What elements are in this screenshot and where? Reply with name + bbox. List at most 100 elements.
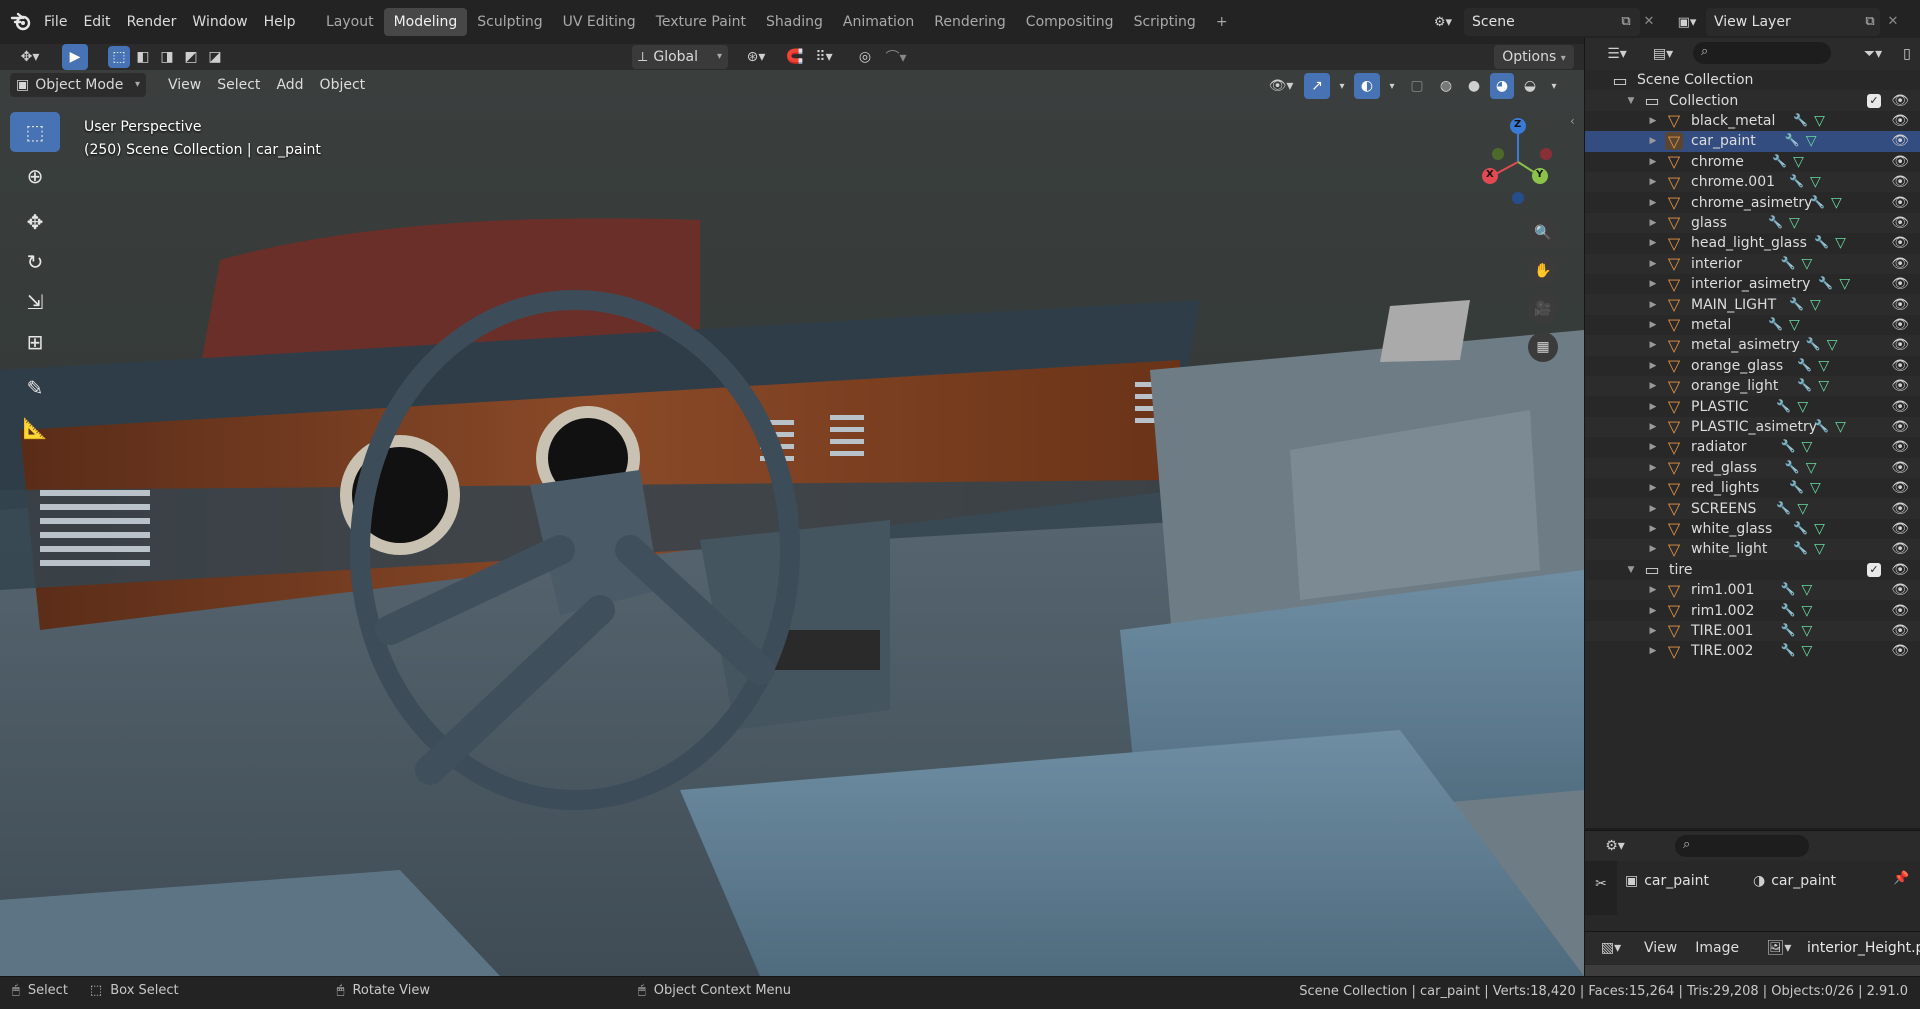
modifier-wrench-icon[interactable]: 🔧	[1814, 419, 1829, 435]
modifier-wrench-icon[interactable]: 🔧	[1789, 480, 1804, 496]
new-collection-icon[interactable]: ▯	[1897, 41, 1917, 67]
mesh-data-icon[interactable]: ▽	[1806, 460, 1817, 476]
properties-editor-type-icon[interactable]: ⚙▾	[1597, 833, 1633, 859]
outliner-object-row[interactable]: ▶ ▽ head_light_glass 🔧 ▽ 👁	[1585, 233, 1920, 253]
menu-help[interactable]: Help	[256, 0, 304, 44]
mesh-data-icon[interactable]: ▽	[1835, 419, 1846, 435]
outliner-object-row[interactable]: ▶ ▽ interior 🔧 ▽ 👁	[1585, 253, 1920, 274]
xray-icon[interactable]: ▢	[1404, 73, 1430, 99]
outliner-collection-row[interactable]: ▼ ▭ tire ✓ 👁	[1585, 560, 1920, 580]
visibility-eye-icon[interactable]: 👁	[1891, 623, 1909, 639]
expand-arrow-icon[interactable]: ▶	[1647, 626, 1659, 636]
expand-arrow-icon[interactable]: ▶	[1647, 606, 1659, 616]
visibility-eye-icon[interactable]: 👁	[1891, 154, 1909, 170]
measure-tool-icon[interactable]: 📐	[10, 408, 60, 448]
mesh-data-icon[interactable]: ▽	[1818, 358, 1829, 374]
outliner-object-row[interactable]: ▶ ▽ radiator 🔧 ▽ 👁	[1585, 437, 1920, 457]
mesh-data-icon[interactable]: ▽	[1802, 582, 1813, 598]
rotate-tool-icon[interactable]: ↻	[10, 242, 60, 282]
expand-arrow-icon[interactable]: ▶	[1647, 544, 1659, 554]
annotate-tool-icon[interactable]: ✎	[10, 368, 60, 408]
visibility-eye-icon[interactable]: 👁	[1891, 378, 1909, 394]
blender-logo-icon[interactable]	[8, 10, 34, 34]
mesh-data-icon[interactable]: ▽	[1810, 174, 1821, 190]
mesh-data-icon[interactable]: ▽	[1839, 276, 1850, 292]
delete-view-layer-icon[interactable]: ✕	[1882, 10, 1904, 34]
filter-icon[interactable]: ⏷▾	[1855, 41, 1891, 67]
workspace-tab-rendering[interactable]: Rendering	[924, 8, 1016, 36]
mesh-data-icon[interactable]: ▽	[1831, 195, 1842, 211]
outliner-object-row[interactable]: ▶ ▽ red_glass 🔧 ▽ 👁	[1585, 457, 1920, 478]
select-subtract-icon[interactable]: ◨	[156, 46, 178, 68]
modifier-wrench-icon[interactable]: 🔧	[1818, 276, 1833, 292]
modifier-wrench-icon[interactable]: 🔧	[1781, 643, 1796, 659]
view-layer-name-field[interactable]: View Layer	[1706, 8, 1880, 36]
viewport-menu-object[interactable]: Object	[312, 73, 374, 97]
visibility-eye-icon[interactable]: 👁	[1891, 337, 1909, 353]
modifier-wrench-icon[interactable]: 🔧	[1814, 235, 1829, 251]
expand-arrow-icon[interactable]: ▶	[1647, 320, 1659, 330]
visibility-eye-icon[interactable]: 👁	[1891, 521, 1909, 537]
transform-orientation-dropdown[interactable]: ⟂ Global ▾	[632, 45, 728, 69]
mesh-data-icon[interactable]: ▽	[1797, 501, 1808, 517]
visibility-eye-icon[interactable]: 👁	[1891, 419, 1909, 435]
outliner-editor-type-icon[interactable]: ☰▾	[1599, 41, 1635, 67]
outliner-object-row[interactable]: ▶ ▽ black_metal 🔧 ▽ 👁	[1585, 111, 1920, 131]
expand-arrow-icon[interactable]: ▶	[1647, 198, 1659, 208]
chevron-down-icon[interactable]: ▾	[1546, 73, 1562, 99]
menu-render[interactable]: Render	[119, 0, 185, 44]
outliner-object-row[interactable]: ▶ ▽ metal 🔧 ▽ 👁	[1585, 315, 1920, 335]
visibility-eye-icon[interactable]: 👁	[1891, 439, 1909, 455]
expand-arrow-icon[interactable]: ▶	[1647, 340, 1659, 350]
outliner-object-row[interactable]: ▶ ▽ PLASTIC_asimetry 🔧 ▽ 👁	[1585, 416, 1920, 438]
modifier-wrench-icon[interactable]: 🔧	[1789, 297, 1804, 313]
3d-viewport[interactable]: ⬚ ⊕ ✥ ↻ ⇲ ⊞ ✎ 📐 User Perspective (250) S…	[0, 70, 1584, 976]
outliner-collection-row[interactable]: ▼ ▭ Collection ✓ 👁	[1585, 90, 1920, 111]
visibility-icon[interactable]: 👁▾	[1262, 73, 1300, 99]
expand-arrow-icon[interactable]: ▶	[1647, 279, 1659, 289]
cursor-tool-icon[interactable]: ⊕	[10, 156, 60, 196]
expand-arrow-icon[interactable]: ▶	[1647, 218, 1659, 228]
select-intersect-icon[interactable]: ◪	[204, 46, 226, 68]
mode-dropdown[interactable]: ▣ Object Mode ▾	[10, 73, 146, 97]
modifier-wrench-icon[interactable]: 🔧	[1781, 603, 1796, 619]
ortho-grid-icon[interactable]: ▦	[1528, 332, 1558, 362]
visibility-eye-icon[interactable]: 👁	[1891, 174, 1909, 190]
outliner-object-row[interactable]: ▶ ▽ chrome.001 🔧 ▽ 👁	[1585, 172, 1920, 193]
scale-tool-icon[interactable]: ⇲	[10, 282, 60, 322]
outliner-object-row[interactable]: ▶ ▽ metal_asimetry 🔧 ▽ 👁	[1585, 335, 1920, 356]
mesh-data-icon[interactable]: ▽	[1793, 154, 1804, 170]
modifier-wrench-icon[interactable]: 🔧	[1797, 358, 1812, 374]
modifier-wrench-icon[interactable]: 🔧	[1793, 521, 1808, 537]
new-view-layer-icon[interactable]: ⧉	[1858, 10, 1882, 34]
visibility-eye-icon[interactable]: 👁	[1891, 113, 1909, 129]
select-extend-icon[interactable]: ◧	[132, 46, 154, 68]
overlay-toggle-icon[interactable]: ◐	[1354, 73, 1380, 99]
expand-arrow-icon[interactable]: ▶	[1647, 422, 1659, 432]
modifier-wrench-icon[interactable]: 🔧	[1793, 113, 1808, 129]
visibility-eye-icon[interactable]: 👁	[1891, 358, 1909, 374]
expand-arrow-icon[interactable]: ▶	[1647, 381, 1659, 391]
display-mode-icon[interactable]: ▤▾	[1645, 41, 1681, 67]
workspace-tab-layout[interactable]: Layout	[316, 8, 384, 36]
visibility-eye-icon[interactable]: 👁	[1891, 399, 1909, 415]
select-new-icon[interactable]: ⬚	[108, 46, 130, 68]
modifier-wrench-icon[interactable]: 🔧	[1781, 439, 1796, 455]
modifier-wrench-icon[interactable]: 🔧	[1785, 460, 1800, 476]
visibility-eye-icon[interactable]: 👁	[1891, 541, 1909, 557]
view-layer-selector[interactable]: ▣▾ View Layer ⧉ ✕	[1670, 8, 1920, 36]
wireframe-shading-icon[interactable]: ◍	[1434, 73, 1458, 99]
modifier-wrench-icon[interactable]: 🔧	[1768, 215, 1783, 231]
visibility-eye-icon[interactable]: 👁	[1891, 215, 1909, 231]
modifier-wrench-icon[interactable]: 🔧	[1785, 133, 1800, 149]
modifier-wrench-icon[interactable]: 🔧	[1797, 378, 1812, 394]
expand-arrow-icon[interactable]: ▶	[1647, 442, 1659, 452]
mesh-data-icon[interactable]: ▽	[1789, 215, 1800, 231]
solid-shading-icon[interactable]: ●	[1462, 73, 1486, 99]
visibility-eye-icon[interactable]: 👁	[1891, 195, 1909, 211]
outliner-object-row[interactable]: ▶ ▽ car_paint 🔧 ▽ 👁	[1585, 131, 1920, 152]
mesh-data-icon[interactable]: ▽	[1814, 521, 1825, 537]
visibility-eye-icon[interactable]: 👁	[1891, 93, 1909, 109]
exclude-checkbox[interactable]: ✓	[1867, 93, 1881, 108]
visibility-eye-icon[interactable]: 👁	[1891, 501, 1909, 517]
